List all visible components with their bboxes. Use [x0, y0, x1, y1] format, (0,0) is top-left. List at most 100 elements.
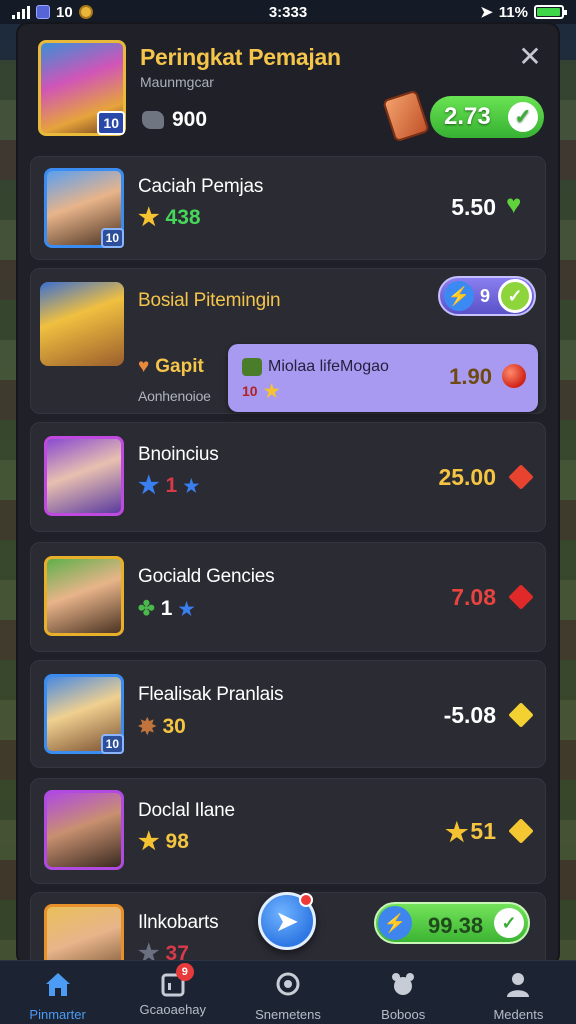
- battery-percent: 11%: [498, 3, 528, 21]
- player-score: 5.50: [451, 194, 496, 220]
- player-name: Caciah Pemjas: [138, 176, 264, 197]
- player-stat: ♥ Gapit: [138, 356, 204, 378]
- orb-icon: [502, 364, 526, 388]
- user-icon: [507, 973, 530, 997]
- tooltip-sub-value: 10: [242, 383, 258, 399]
- player-stat: ✤ 1 ★: [138, 596, 195, 621]
- player-avatar: 10: [44, 674, 124, 754]
- nav-item-home[interactable]: Pinmarter: [0, 961, 115, 1024]
- header-reward-button[interactable]: 2.73 ✓: [430, 96, 544, 138]
- tooltip-title: Miolaa lifeMogao: [268, 358, 389, 375]
- player-stat-value: 30: [162, 715, 186, 738]
- player-score: -5.08: [443, 702, 496, 728]
- player-avatar: [44, 790, 124, 870]
- badge-icon: ✸: [138, 714, 157, 739]
- player-stat: ★ 438: [138, 206, 201, 230]
- player-stat-label: Gapit: [155, 356, 204, 377]
- refresh-icon: [276, 972, 300, 996]
- nav-label: Medents: [493, 1007, 544, 1022]
- header-avatar: 10: [38, 40, 126, 136]
- nav-item-tasks[interactable]: 9 Gcaoaehay: [115, 961, 230, 1024]
- status-bar: 10 3:333 ➤ 11%: [0, 0, 576, 24]
- header-reward-value: 2.73: [444, 103, 491, 130]
- bolt-icon: ⚡: [378, 906, 412, 940]
- player-avatar: [44, 556, 124, 636]
- header-stat: 900: [142, 108, 207, 132]
- tooltip-sub: 10 ★: [242, 382, 280, 400]
- player-name: Bosial Pitemingin: [138, 290, 281, 311]
- avatar-level-badge: 10: [100, 734, 124, 754]
- nav-label: Pinmarter: [29, 1007, 86, 1022]
- diamond-icon: [508, 584, 534, 610]
- header-avatar-level: 10: [97, 111, 125, 135]
- list-item[interactable]: 10 Caciah Pemjas ★ 438 5.50 ♥: [30, 156, 546, 260]
- coin-icon: [78, 5, 93, 19]
- nav-item-profile[interactable]: Medents: [461, 961, 576, 1024]
- player-avatar: 10: [44, 168, 124, 248]
- notification-dot: [299, 893, 313, 907]
- bottom-nav: Pinmarter 9 Gcaoaehay Snemetens Boboos M…: [0, 960, 576, 1024]
- star-icon: ★: [178, 598, 195, 619]
- diamond-icon: [508, 464, 534, 490]
- player-score: 7.08: [451, 584, 496, 610]
- nav-badge: 9: [175, 963, 194, 981]
- list-item[interactable]: Bnoincius ★ 1 ★ 25.00: [30, 422, 546, 532]
- player-stat-value: 438: [165, 206, 201, 229]
- list-item[interactable]: Gociald Gencies ✤ 1 ★ 7.08: [30, 542, 546, 652]
- signal-icon: [12, 5, 30, 19]
- diamond-icon: [508, 818, 534, 844]
- check-icon: ✓: [508, 102, 538, 132]
- nav-item-pets[interactable]: Boboos: [346, 961, 461, 1024]
- home-icon: [45, 973, 70, 996]
- player-avatar: [40, 282, 124, 366]
- avatar-level-badge: 10: [100, 228, 124, 248]
- player-name: Doclal Ilane: [138, 800, 235, 821]
- page-subtitle: Maunmgcar: [140, 74, 214, 90]
- player-stat-value: 1: [160, 596, 173, 620]
- send-fab-button[interactable]: ➤: [258, 892, 316, 950]
- header-stat-value: 900: [172, 108, 208, 131]
- player-stat: ✸ 30: [138, 714, 186, 740]
- close-button[interactable]: ✕: [516, 43, 544, 72]
- dog-icon: [392, 973, 415, 995]
- location-icon: ➤: [480, 4, 493, 21]
- rock-icon: [142, 111, 164, 129]
- star-icon: ★: [445, 816, 469, 847]
- nav-label: Snemetens: [255, 1007, 321, 1022]
- claim-pill-button[interactable]: ⚡ 99.38 ✓: [374, 902, 530, 944]
- star-icon: ★: [138, 828, 160, 855]
- star-icon: ★: [138, 472, 160, 499]
- boost-pill[interactable]: ⚡ 9 ✓: [438, 276, 536, 316]
- star-icon: ★: [263, 381, 280, 401]
- player-stat-value: 1: [165, 474, 178, 497]
- tooltip-value: 1.90: [449, 364, 492, 389]
- player-avatar: [44, 436, 124, 516]
- list-item[interactable]: 10 Flealisak Pranlais ✸ 30 -5.08: [30, 660, 546, 768]
- check-icon: ✓: [498, 279, 532, 313]
- gem-icon: [382, 89, 430, 143]
- app-notification-icon: [36, 5, 50, 19]
- player-score-value: 51: [470, 818, 496, 844]
- player-name: Gociald Gencies: [138, 566, 275, 587]
- heart-icon: ♥: [506, 189, 522, 219]
- player-avatar: 10: [44, 904, 124, 964]
- nav-item-refresh[interactable]: Snemetens: [230, 961, 345, 1024]
- player-name: Flealisak Pranlais: [138, 684, 284, 705]
- claim-pill-value: 99.38: [428, 913, 484, 938]
- player-stat: ★ 1 ★: [138, 474, 199, 498]
- battery-icon: [534, 5, 567, 19]
- leaderboard-panel: 10 Peringkat Pemajan Maunmgcar 900 ✕ 2.7…: [18, 24, 558, 964]
- star-icon: ★: [138, 204, 160, 231]
- player-name: Ilnkobarts: [138, 912, 219, 933]
- nav-label: Gcaoaehay: [139, 1002, 207, 1017]
- status-left-text: 10: [56, 3, 73, 21]
- list-item[interactable]: Bosial Pitemingin ⚡ 9 ✓ ♥ Gapit Aonhenoi…: [30, 268, 546, 414]
- heart-icon: ♥: [138, 356, 150, 377]
- list-item[interactable]: Doclal Ilane ★ 98 ★ 51: [30, 778, 546, 884]
- player-sub-label: Aonhenoioe: [138, 388, 211, 404]
- check-icon: ✓: [494, 908, 524, 938]
- bug-icon: [242, 358, 262, 376]
- player-stat-value: 98: [165, 830, 189, 853]
- diamond-icon: [508, 702, 534, 728]
- page-title: Peringkat Pemajan: [140, 44, 341, 70]
